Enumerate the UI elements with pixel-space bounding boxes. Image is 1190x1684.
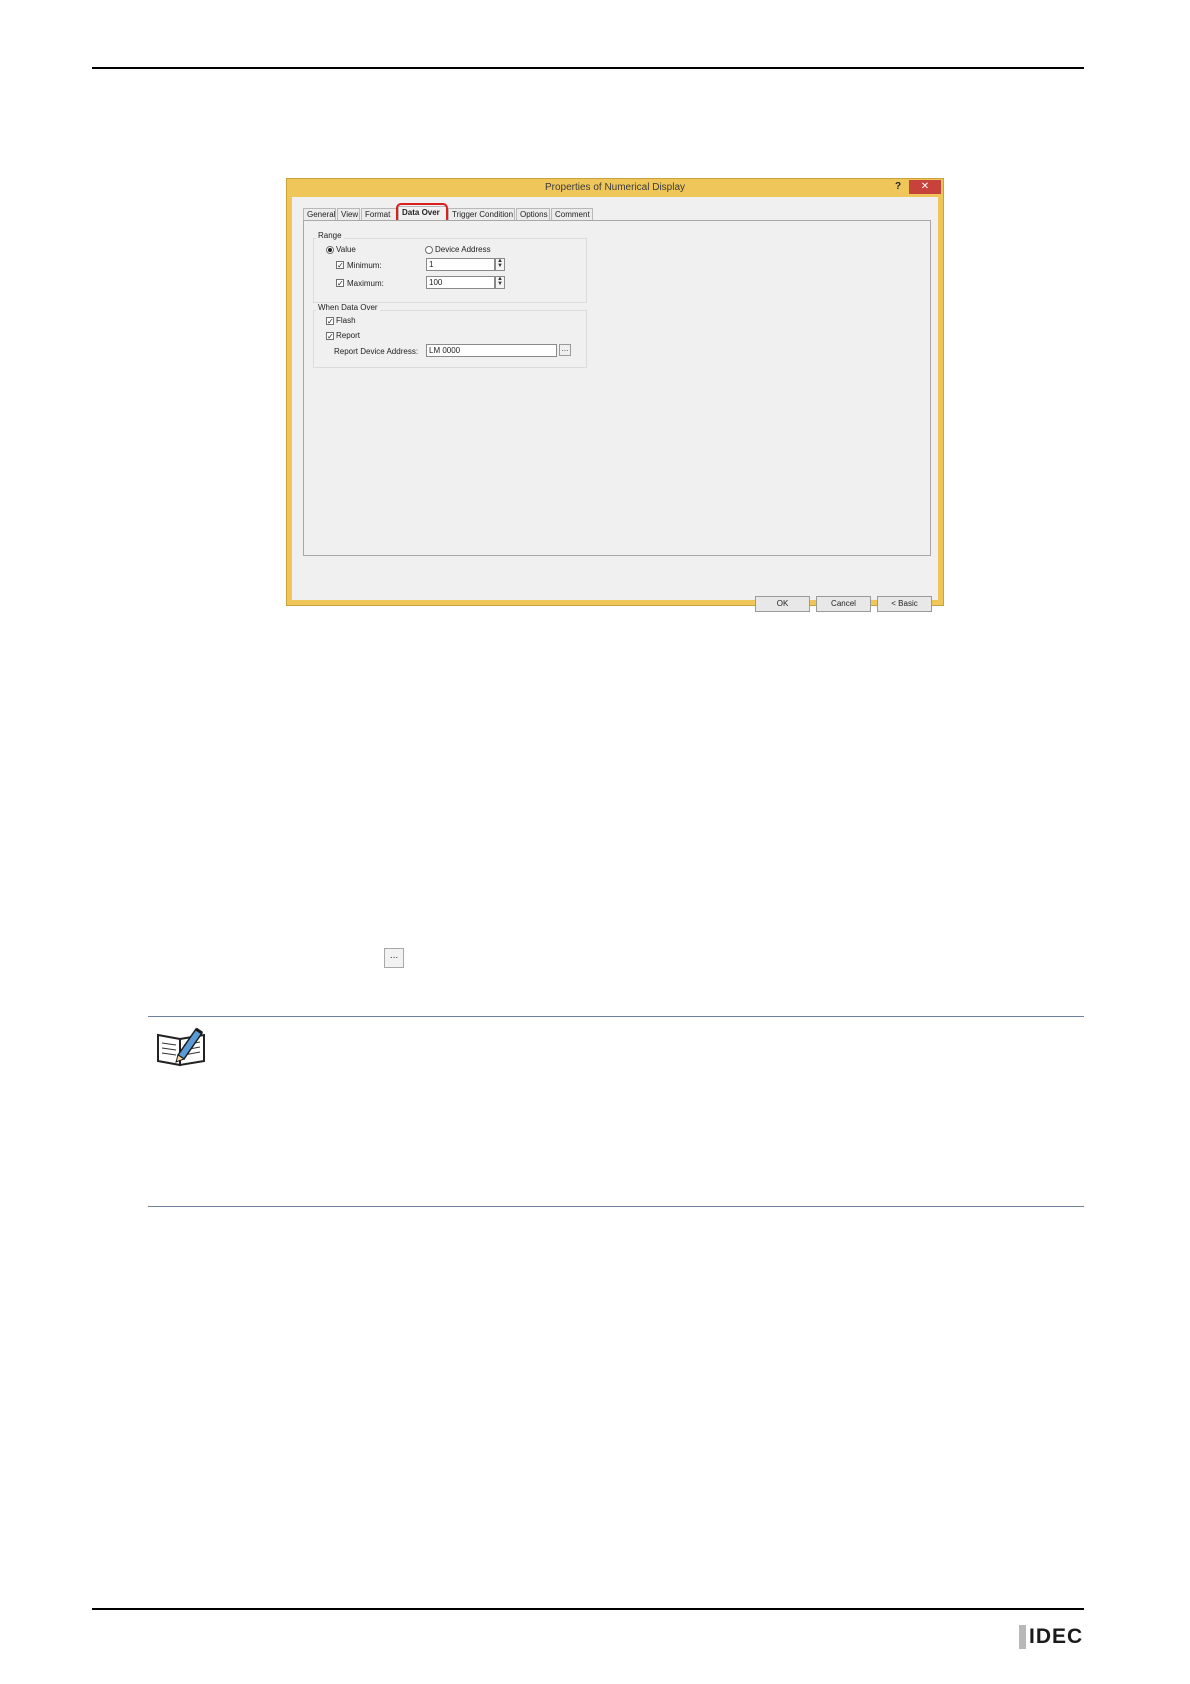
report-label: Report <box>336 331 361 340</box>
logo-bar <box>1019 1625 1026 1649</box>
note-top-rule <box>148 1016 1084 1017</box>
value-radio-label: Value <box>336 245 356 254</box>
header-rule <box>92 67 1084 69</box>
close-button[interactable]: ✕ <box>909 180 941 194</box>
flash-checkbox[interactable]: ✓ <box>326 317 334 326</box>
minimum-checkbox[interactable]: ✓ <box>336 261 344 270</box>
when-data-over-group-label: When Data Over <box>316 303 380 312</box>
tab-general[interactable]: General <box>303 208 336 220</box>
tab-options[interactable]: Options <box>516 208 550 220</box>
help-button[interactable]: ? <box>891 180 905 194</box>
tab-format[interactable]: Format <box>361 208 397 220</box>
idec-logo: IDEC <box>1019 1625 1085 1649</box>
tab-view[interactable]: View <box>337 208 360 220</box>
basic-button[interactable]: < Basic <box>877 596 932 612</box>
cancel-button[interactable]: Cancel <box>816 596 871 612</box>
maximum-spinner[interactable]: ▲ ▼ <box>495 276 505 289</box>
device-address-radio[interactable] <box>425 246 433 254</box>
maximum-label: Maximum: <box>347 279 384 288</box>
minimum-input[interactable]: 1 <box>426 258 495 271</box>
report-checkbox[interactable]: ✓ <box>326 332 334 341</box>
device-address-radio-label: Device Address <box>435 245 491 254</box>
maximum-checkbox[interactable]: ✓ <box>336 279 344 288</box>
dialog-title: Properties of Numerical Display <box>544 182 686 193</box>
ok-button[interactable]: OK <box>755 596 810 612</box>
dialog-titlebar: Properties of Numerical Display ? ✕ <box>287 179 943 196</box>
footer-rule <box>92 1608 1084 1610</box>
note-bottom-rule <box>148 1206 1084 1207</box>
report-device-address-label: Report Device Address: <box>334 347 419 356</box>
data-over-panel: Range Value Device Address ✓ Minimum: 1 … <box>303 220 931 556</box>
note-book-pencil-icon <box>157 1027 205 1067</box>
tab-comment[interactable]: Comment <box>551 208 593 220</box>
logo-text: IDEC <box>1029 1625 1084 1648</box>
value-radio[interactable] <box>326 246 334 254</box>
tab-trigger-condition[interactable]: Trigger Condition <box>448 208 515 220</box>
report-address-browse-button[interactable]: ... <box>559 344 571 356</box>
report-device-address-input[interactable]: LM 0000 <box>426 344 557 357</box>
range-group-label: Range <box>316 231 344 240</box>
browse-icon-inline: ... <box>384 948 404 968</box>
dialog-client-area: General View Format Data Over Trigger Co… <box>292 197 938 612</box>
minimum-label: Minimum: <box>347 261 382 270</box>
properties-dialog: Properties of Numerical Display ? ✕ Gene… <box>286 178 944 612</box>
maximum-input[interactable]: 100 <box>426 276 495 289</box>
minimum-spinner[interactable]: ▲ ▼ <box>495 258 505 271</box>
flash-label: Flash <box>336 316 356 325</box>
